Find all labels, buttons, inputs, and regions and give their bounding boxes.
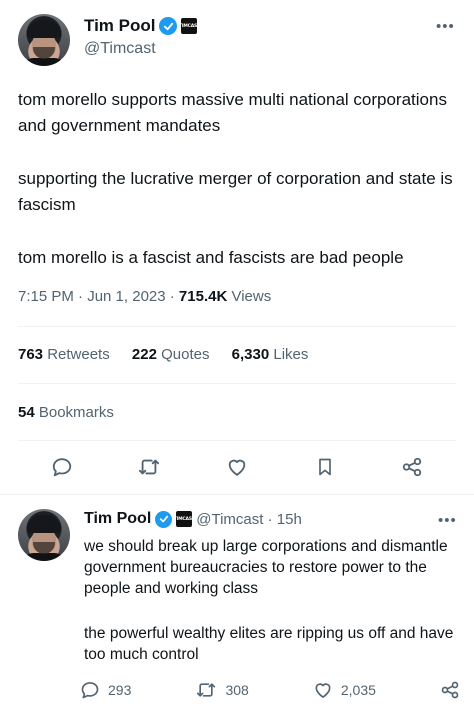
reply-paragraph-2: the powerful wealthy elites are ripping … xyxy=(84,625,454,663)
retweet-icon[interactable] xyxy=(137,455,161,479)
like-count: 2,035 xyxy=(340,682,376,698)
tweet-paragraph-1: tom morello supports massive multi natio… xyxy=(18,90,447,135)
share-icon[interactable] xyxy=(400,455,424,479)
tweet-meta: 7:15 PM · Jun 1, 2023 · 715.4K Views xyxy=(18,288,271,305)
tweet-separator xyxy=(0,494,474,495)
reply-display-name[interactable]: Tim Pool xyxy=(84,510,151,528)
retweets-count: 763 xyxy=(18,346,44,363)
quotes-count: 222 xyxy=(131,346,157,363)
likes-stat[interactable]: 6,330 Likes xyxy=(232,346,309,363)
bookmark-icon[interactable] xyxy=(313,455,337,479)
author-name-line: Tim Pool TIMCAST xyxy=(84,16,198,36)
display-name[interactable]: Tim Pool xyxy=(84,16,155,36)
reply-icon xyxy=(81,682,99,699)
more-options-icon[interactable]: ••• xyxy=(438,512,457,529)
likes-label: Likes xyxy=(269,346,309,363)
views-label: Views xyxy=(227,288,272,305)
retweet-icon xyxy=(197,683,216,697)
bookmarks-stat[interactable]: 54 Bookmarks xyxy=(18,404,114,421)
reply-paragraph-1: we should break up large corporations an… xyxy=(84,538,448,597)
main-tweet: Tim Pool TIMCAST @Timcast ••• tom morell… xyxy=(0,0,474,494)
author-handle[interactable]: @Timcast xyxy=(84,40,156,58)
engagement-stats: 763 Retweets 222 Quotes 6,330 Likes xyxy=(18,346,326,363)
reply-count: 293 xyxy=(108,682,132,698)
verified-badge-icon[interactable] xyxy=(159,17,178,35)
tweet-timestamp[interactable]: 7:15 PM · Jun 1, 2023 · xyxy=(18,288,179,305)
reply-like-button[interactable]: 2,035 xyxy=(313,680,376,700)
like-icon xyxy=(315,683,331,698)
reply-share-button[interactable] xyxy=(440,680,460,700)
like-icon[interactable] xyxy=(225,455,249,479)
affiliate-badge-icon[interactable]: TIMCAST xyxy=(181,18,198,34)
divider xyxy=(18,440,456,441)
tweet-actions xyxy=(18,452,456,482)
quotes-label: Quotes xyxy=(156,346,210,363)
reply-avatar[interactable] xyxy=(18,509,70,561)
affiliate-badge-icon[interactable]: TIMCAST xyxy=(176,511,193,527)
reply-reply-button[interactable]: 293 xyxy=(80,680,131,700)
tweet-paragraph-3: tom morello is a fascist and fascists ar… xyxy=(18,248,404,267)
divider xyxy=(18,383,456,384)
more-options-icon[interactable]: ••• xyxy=(436,18,455,35)
divider xyxy=(18,326,456,327)
verified-badge-icon[interactable] xyxy=(155,510,173,528)
bookmarks-label: Bookmarks xyxy=(34,404,114,421)
retweets-stat[interactable]: 763 Retweets xyxy=(18,346,110,363)
avatar[interactable] xyxy=(18,14,70,66)
retweets-label: Retweets xyxy=(43,346,110,363)
share-icon xyxy=(441,681,459,699)
likes-count: 6,330 xyxy=(231,346,270,363)
reply-retweet-button[interactable]: 308 xyxy=(195,680,249,700)
retweet-count: 308 xyxy=(225,682,249,698)
quotes-stat[interactable]: 222 Quotes xyxy=(132,346,210,363)
bookmarks-count: 54 xyxy=(18,404,35,421)
reply-icon[interactable] xyxy=(50,455,74,479)
reply-handle-time[interactable]: @Timcast · 15h xyxy=(196,511,302,528)
reply-actions: 293 308 2,035 xyxy=(80,678,460,702)
tweet-paragraph-2: supporting the lucrative merger of corpo… xyxy=(18,169,453,214)
views-count: 715.4K xyxy=(178,288,228,305)
reply-author-line: Tim Pool TIMCAST @Timcast · 15h xyxy=(84,510,302,528)
